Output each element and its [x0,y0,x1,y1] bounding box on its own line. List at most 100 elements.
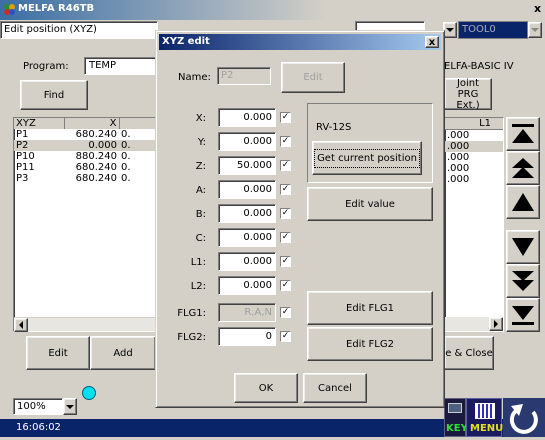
line-down-button[interactable] [506,230,540,264]
c-field[interactable]: 0.000 [218,228,276,247]
double-down-icon [512,271,534,291]
up-arrow-icon [512,193,534,211]
x-checkbox[interactable]: ✓ [280,112,291,123]
line-up-button[interactable] [506,185,540,219]
page-down-button[interactable] [506,264,540,298]
back-button[interactable] [503,398,545,437]
dialog-titlebar: XYZ edit [159,34,441,50]
jump-top-icon [512,124,534,143]
down-arrow-icon [512,238,534,256]
cancel-button[interactable]: Cancel [303,373,367,403]
ok-button[interactable]: OK [234,373,298,403]
menu-label: MENU [470,423,504,434]
flg1-checkbox[interactable]: ✓ [280,307,291,318]
b-value: 0.000 [243,208,272,219]
table-row[interactable]: P1 680.240 0. [14,129,157,140]
jump-bottom-button[interactable] [506,298,540,332]
dialog-close-button[interactable]: x [425,36,439,48]
l1-value: 0.000 [243,256,272,267]
b-checkbox[interactable]: ✓ [280,208,291,219]
add-button[interactable]: Add [90,336,156,370]
chevron-right-icon [494,320,498,328]
table-cell-y: 0. [121,173,131,184]
flg1-label: FLG1: [177,308,206,319]
chevron-down-icon [66,404,74,409]
joint-prg-button[interactable]: Joint PRG Ext.) [444,78,492,111]
position-table[interactable]: XYZ X P1 680.240 0. P2 0.000 0. P10 880.240 0. P1… [13,117,158,332]
flg1-value: R,A,N [244,307,272,318]
get-current-position-button[interactable]: Get current position [312,141,422,175]
l2-checkbox[interactable]: ✓ [280,280,291,291]
col-header-x[interactable]: X [64,118,120,129]
right-table-cell: .000 [447,130,470,141]
program-field[interactable]: TEMP [84,57,158,75]
table-cell-x: 680.240 [75,129,117,140]
l2-label: L2: [190,281,206,292]
x-field[interactable]: 0.000 [218,108,276,127]
table-row[interactable]: P10 880.240 0. [14,151,157,162]
status-time: 16:06:02 [16,422,61,433]
table-hscrollbar[interactable] [14,317,157,332]
program-label: Program: [23,61,69,72]
zoom-combo-arrow[interactable] [63,398,77,415]
b-field[interactable]: 0.000 [218,204,276,223]
tool-combo[interactable]: TOOL0 [458,21,528,39]
close-icon: x [428,36,436,48]
edit-mode-combo[interactable]: Edit position (XYZ) [0,21,158,39]
flg2-field[interactable]: 0 [218,327,276,346]
table-cell-x: 0.000 [88,140,117,151]
middle-combo-arrow[interactable] [443,22,457,38]
name-label: Name: [178,72,211,83]
flg1-field[interactable]: R,A,N [218,303,276,322]
edit-flg1-button[interactable]: Edit FLG1 [307,291,433,325]
edit-flg2-button[interactable]: Edit FLG2 [307,327,433,361]
edit-value-button[interactable]: Edit value [307,187,433,221]
find-button[interactable]: Find [20,80,88,110]
table-row[interactable]: P11 680.240 0. [14,162,157,173]
keyboard-icon [448,403,462,413]
menu-button[interactable]: MENU [466,398,504,437]
key-button[interactable]: KEY [444,398,468,437]
table-cell-y: 0. [121,151,131,162]
save-close-button[interactable]: e & Close [444,336,494,370]
name-edit-button[interactable]: Edit [281,62,345,93]
tool-combo-arrow[interactable] [528,22,542,38]
right-table-cell: .000 [447,152,470,163]
col-header-y[interactable] [119,118,157,129]
menu-grid-icon [475,403,495,419]
table-cell-name: P11 [16,162,35,173]
right-table-cell: .000 [445,141,503,152]
scroll-left-button[interactable] [14,318,28,332]
edit-mode-value: Edit position (XYZ) [4,24,97,35]
right-hscrollbar[interactable] [445,317,503,331]
window-close-icon[interactable]: x [534,2,541,15]
scroll-right-button[interactable] [489,317,503,331]
right-col-header: L1 [445,118,503,130]
l2-value: 0.000 [243,280,272,291]
z-field[interactable]: 50.000 [218,156,276,175]
table-row[interactable]: P3 680.240 0. [14,173,157,184]
zoom-combo[interactable]: 100% [13,398,63,415]
status-led-icon [82,386,96,400]
page-up-button[interactable] [506,151,540,185]
y-checkbox[interactable]: ✓ [280,136,291,147]
double-up-icon [512,158,534,178]
flg2-label: FLG2: [177,332,206,343]
z-checkbox[interactable]: ✓ [280,160,291,171]
c-checkbox[interactable]: ✓ [280,232,291,243]
table-row[interactable]: P2 0.000 0. [14,140,157,151]
l2-field[interactable]: 0.000 [218,276,276,295]
col-header-xyz[interactable]: XYZ [14,118,65,129]
jump-top-button[interactable] [506,117,540,151]
table-cell-name: P10 [16,151,35,162]
a-checkbox[interactable]: ✓ [280,184,291,195]
a-field[interactable]: 0.000 [218,180,276,199]
y-field[interactable]: 0.000 [218,132,276,151]
a-value: 0.000 [243,184,272,195]
flg2-checkbox[interactable]: ✓ [280,331,291,342]
right-table[interactable]: L1 .000.000.000.000.000 [444,117,504,332]
edit-button[interactable]: Edit [26,336,90,370]
name-field[interactable]: P2 [217,67,271,85]
l1-field[interactable]: 0.000 [218,252,276,271]
l1-checkbox[interactable]: ✓ [280,256,291,267]
